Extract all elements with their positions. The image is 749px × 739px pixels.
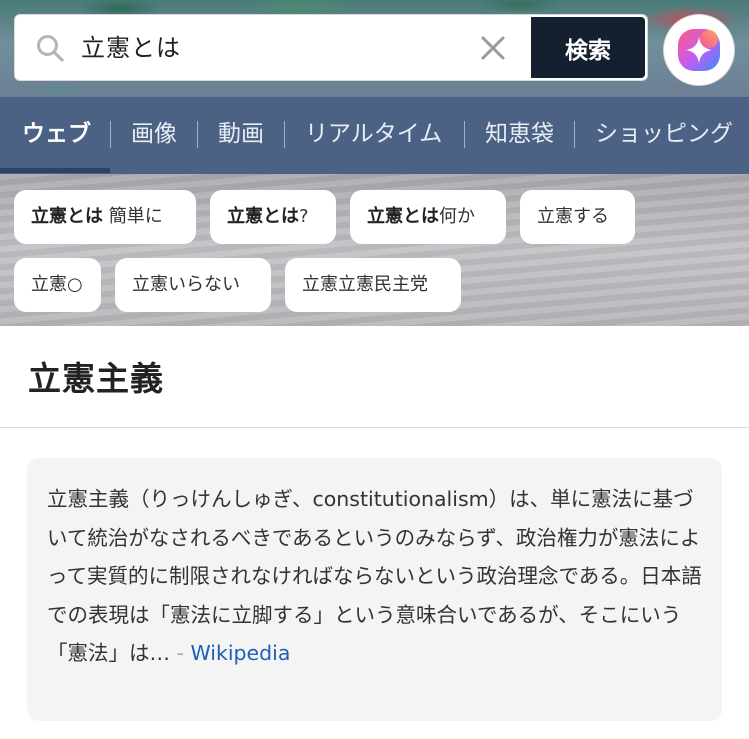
tab-images[interactable]: 画像 (131, 97, 177, 174)
suggestion-chip[interactable]: 立憲立憲民主党 (285, 258, 461, 312)
suggestion-rest: 立憲立憲民主党 (302, 274, 428, 295)
result-snippet-card: 立憲主義（りっけんしゅぎ、constitutionalism）は、単に憲法に基づ… (27, 458, 722, 721)
suggestion-bold: 立憲とは (367, 206, 439, 227)
tab-separator (110, 121, 111, 148)
tab-chiebukuro[interactable]: 知恵袋 (485, 97, 554, 174)
snippet-text: 立憲主義（りっけんしゅぎ、constitutionalism）は、単に憲法に基づ… (47, 487, 702, 665)
tab-web[interactable]: ウェブ (22, 97, 91, 174)
suggestion-bold: 立憲とは (227, 206, 299, 227)
result-title: 立憲主義 (28, 359, 164, 398)
suggestion-chip[interactable]: 立憲○ (14, 258, 101, 312)
suggestion-rest: ? (299, 206, 309, 227)
wikipedia-link[interactable]: Wikipedia (190, 641, 290, 665)
tab-separator (197, 121, 198, 148)
sparkle-icon (678, 29, 720, 71)
suggestion-chip[interactable]: 立憲いらない (115, 258, 271, 312)
suggestion-rest: 立憲いらない (132, 274, 240, 295)
suggestion-chip[interactable]: 立憲とは 簡単に (14, 190, 196, 244)
tab-shopping[interactable]: ショッピング (595, 97, 733, 174)
ai-assistant-button[interactable] (664, 15, 734, 85)
result-snippet: 立憲主義（りっけんしゅぎ、constitutionalism）は、単に憲法に基づ… (47, 480, 702, 673)
suggestion-bold: 立憲とは (31, 206, 103, 227)
search-button[interactable]: 検索 (529, 15, 647, 80)
suggestion-rest: 立憲する (537, 206, 609, 227)
tab-separator (284, 121, 285, 148)
search-input[interactable]: 立憲とは (81, 29, 181, 67)
tab-separator (574, 121, 575, 148)
search-icon (37, 35, 64, 62)
suggestion-chip[interactable]: 立憲とは? (210, 190, 336, 244)
clear-icon[interactable] (480, 35, 506, 61)
search-tabs: ウェブ 画像 動画 リアルタイム 知恵袋 ショッピング (0, 97, 749, 174)
active-tab-indicator (0, 168, 110, 173)
tab-realtime[interactable]: リアルタイム (305, 97, 442, 174)
divider (0, 427, 749, 428)
snippet-dash: - (170, 641, 191, 665)
suggestion-chip[interactable]: 立憲とは何か (350, 190, 506, 244)
related-searches: 立憲とは 簡単に 立憲とは? 立憲とは何か 立憲する 立憲○ 立憲いらない 立憲… (0, 174, 749, 326)
suggestion-rest: 何か (439, 206, 475, 227)
tab-separator (464, 121, 465, 148)
suggestion-chip[interactable]: 立憲する (520, 190, 635, 244)
suggestion-rest: 立憲○ (31, 274, 83, 295)
search-box[interactable]: 立憲とは 検索 (14, 14, 648, 81)
header: 立憲とは 検索 (0, 0, 749, 97)
suggestion-rest: 簡単に (103, 206, 163, 227)
tab-videos[interactable]: 動画 (218, 97, 264, 174)
